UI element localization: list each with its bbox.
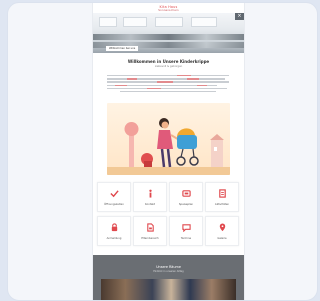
gallery-subtitle: Einblick in unseren Alltag [153, 270, 184, 273]
hero-window [123, 17, 147, 27]
family-illustration [107, 103, 230, 175]
pin-icon [219, 223, 225, 232]
file-icon [146, 223, 154, 232]
site-logo[interactable]: Kita Haus Sonnenschein [93, 5, 244, 13]
feature-label: Aktivitäten [214, 203, 230, 206]
feature-label: Speiseplan [178, 203, 194, 206]
intro-paragraph [107, 75, 229, 94]
feature-tile-activities[interactable]: Aktivitäten [205, 182, 239, 212]
hero-badge: Willkommen bei uns [106, 46, 139, 51]
web-page[interactable]: Kita Haus Sonnenschein × Willkommen bei … [93, 3, 244, 300]
feature-tile-menu[interactable]: Speiseplan [169, 182, 203, 212]
hero-window [191, 17, 217, 27]
info-icon [148, 189, 152, 198]
feature-tile-gallery[interactable]: Galerie [205, 216, 239, 246]
page-subtitle: Liebevoll & geborgen [154, 65, 183, 68]
hero-banner: × Willkommen bei uns [93, 13, 244, 53]
chat-icon [181, 224, 191, 232]
hero-window [155, 17, 183, 27]
feature-tile-dates[interactable]: Termine [169, 216, 203, 246]
feature-tile-registration[interactable]: Anmeldung [97, 216, 131, 246]
document-icon [218, 189, 226, 198]
feature-label: Kontakt [145, 203, 155, 206]
lock-icon [111, 223, 117, 232]
feature-label: Anmeldung [106, 237, 122, 240]
menu-icon [181, 190, 191, 197]
feature-tile-parents[interactable]: Elternbereich [133, 216, 167, 246]
gallery-section: Unsere Räume Einblick in unseren Alltag [93, 255, 244, 300]
page-title: Willkommen in Unsere Kinderkrippe [127, 59, 210, 64]
hero-window [99, 17, 117, 27]
gallery-photo[interactable] [101, 279, 236, 300]
feature-tile-opening-hours[interactable]: Öffnungszeiten [97, 182, 131, 212]
mother-with-stroller-image [107, 118, 230, 175]
hero-desk-row [93, 34, 244, 40]
close-icon[interactable]: × [235, 13, 244, 20]
gallery-title: Unsere Räume [156, 265, 181, 269]
check-icon [109, 190, 119, 198]
feature-label: Öffnungszeiten [104, 203, 124, 206]
browser-frame: Kita Haus Sonnenschein × Willkommen bei … [7, 2, 318, 301]
feature-label: Elternbereich [141, 237, 159, 240]
feature-label: Termine [180, 237, 192, 240]
feature-tile-contact[interactable]: Kontakt [133, 182, 167, 212]
feature-label: Galerie [217, 237, 227, 240]
logo-line-2: Sonnenschein [158, 9, 179, 12]
